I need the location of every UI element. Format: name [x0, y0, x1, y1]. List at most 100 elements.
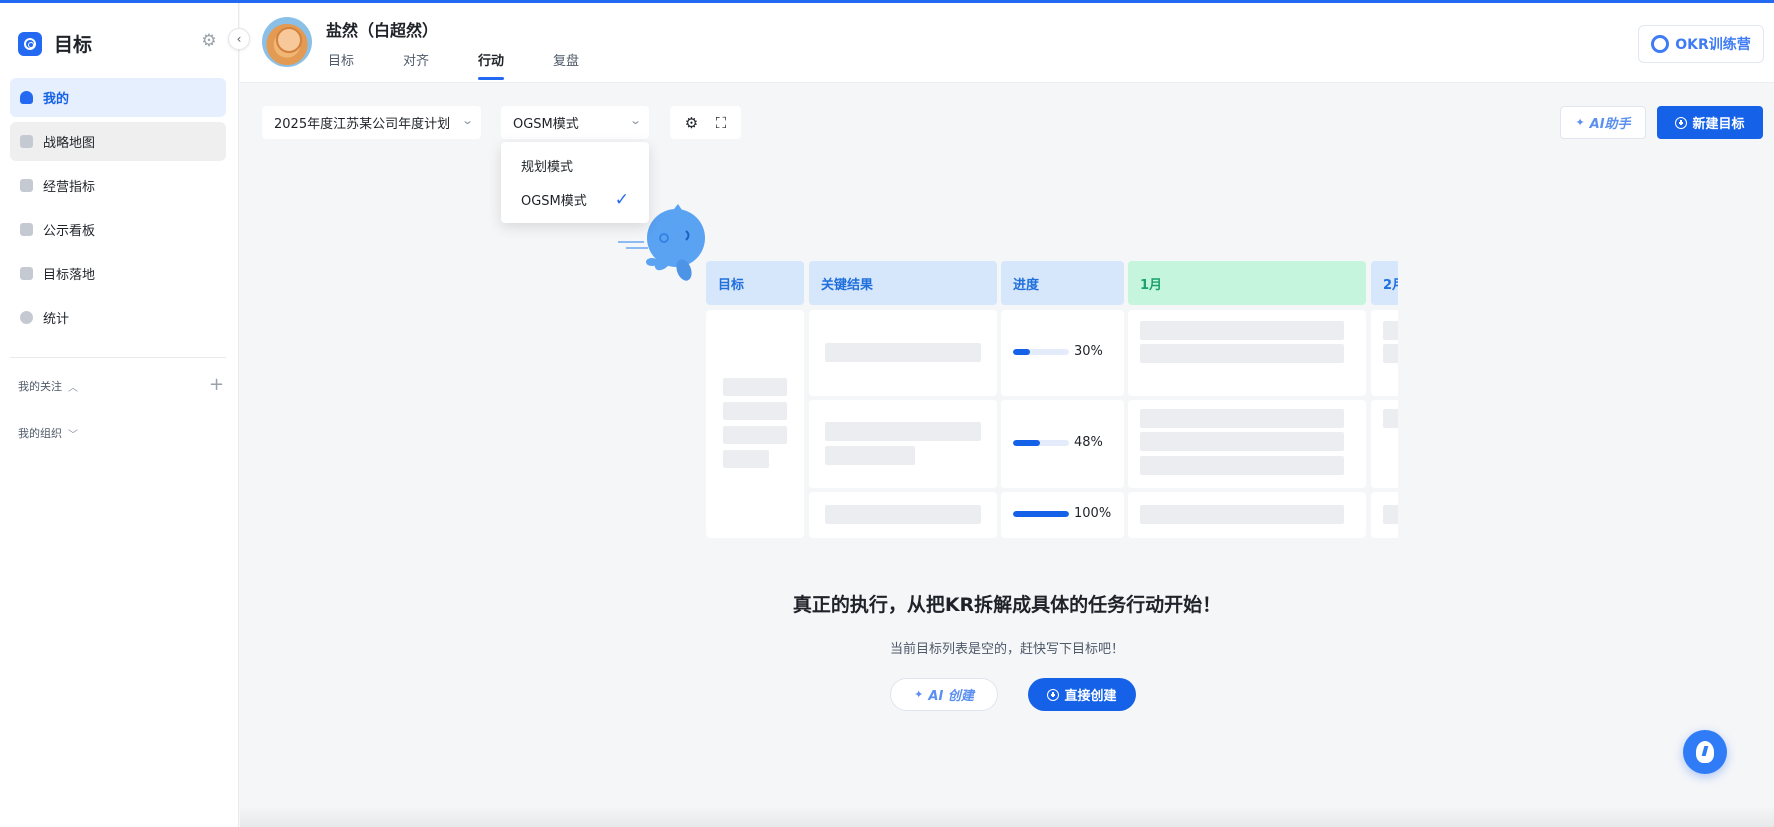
new-goal-label: 新建目标	[1692, 117, 1745, 132]
plan-select-value: 2025年度江苏某公司年度计划	[274, 117, 451, 132]
mode-select[interactable]: OGSM模式 ⌄	[501, 106, 649, 139]
sidebar-item-metrics[interactable]: 经营指标	[10, 166, 226, 205]
preview-header-goal: 目标	[706, 261, 804, 305]
ai-create-button[interactable]: ✦ AI 创建	[890, 678, 998, 711]
sidebar-item-landing[interactable]: 目标落地	[10, 254, 226, 293]
plan-select[interactable]: 2025年度江苏某公司年度计划 ⌄	[262, 106, 481, 139]
ai-create-label: AI 创建	[928, 689, 974, 704]
mode-option-label: 规划模式	[521, 159, 574, 175]
sidebar-item-label: 目标落地	[43, 268, 96, 283]
preview-progress-cell: 30%	[1001, 310, 1124, 396]
okr-camp-label: OKR训练营	[1675, 37, 1751, 53]
preview-kr-cell	[809, 400, 997, 488]
empty-state-subtitle: 当前目标列表是空的，赶快写下目标吧！	[889, 642, 1124, 657]
chevron-down-icon: ﹀	[68, 429, 78, 441]
my-org-group[interactable]: 我的组织 ﹀	[18, 425, 78, 441]
table-preview-illustration: 目标 关键结果 进度 1月 2月 30% 48% 100%	[706, 261, 1398, 538]
lightbulb-icon	[1696, 741, 1714, 763]
new-goal-button[interactable]: 新建目标	[1657, 106, 1763, 139]
sidebar-item-label: 统计	[43, 312, 70, 327]
mode-dropdown: 规划模式 OGSM模式 ✓	[501, 142, 649, 223]
mode-select-value: OGSM模式	[513, 117, 579, 132]
preview-month-cell	[1371, 400, 1398, 488]
sparkle-icon: ✦	[914, 688, 924, 701]
ai-helper-label: AI助手	[1589, 117, 1631, 132]
user-icon	[20, 91, 33, 104]
okr-logo-icon	[1651, 35, 1670, 53]
view-tools: ⚙ ⛶	[670, 106, 741, 139]
direct-create-label: 直接创建	[1064, 689, 1117, 704]
metrics-icon	[20, 179, 33, 192]
page-header: 盐然（白超然） 目标 对齐 行动 复盘 OKR训练营	[240, 3, 1774, 83]
sparkle-icon: ✦	[1575, 116, 1585, 129]
preview-header-kr: 关键结果	[809, 261, 997, 305]
tab-review[interactable]: 复盘	[553, 50, 579, 80]
progress-label: 30%	[1074, 344, 1103, 359]
my-org-label: 我的组织	[18, 427, 62, 440]
sidebar-nav: 我的 战略地图 经营指标 公示看板 目标落地 统计	[10, 78, 226, 342]
progress-indicator: 48%	[1013, 435, 1103, 450]
progress-indicator: 30%	[1013, 344, 1103, 359]
sidebar-item-stats[interactable]: 统计	[10, 298, 226, 337]
tab-bar: 目标 对齐 行动 复盘	[328, 50, 628, 80]
preview-goal-cell	[706, 310, 804, 538]
help-button[interactable]	[1683, 730, 1727, 774]
preview-header-jan: 1月	[1128, 261, 1366, 305]
sidebar-item-board[interactable]: 公示看板	[10, 210, 226, 249]
mode-option-label: OGSM模式	[521, 193, 587, 209]
ai-helper-button[interactable]: ✦ AI助手	[1560, 106, 1646, 139]
progress-indicator: 100%	[1013, 506, 1111, 521]
fullscreen-icon[interactable]: ⛶	[716, 114, 727, 132]
tab-align[interactable]: 对齐	[403, 50, 429, 80]
plus-circle-icon	[1047, 688, 1060, 701]
sidebar-item-label: 我的	[43, 92, 70, 107]
my-follow-group[interactable]: 我的关注 ︿	[18, 378, 78, 394]
tab-action[interactable]: 行动	[478, 50, 505, 80]
my-follow-label: 我的关注	[18, 380, 62, 393]
chevron-up-icon: ︿	[68, 382, 78, 394]
add-follow-icon[interactable]: +	[209, 376, 224, 394]
avatar[interactable]	[262, 17, 312, 67]
preview-month-cell	[1371, 492, 1398, 538]
clipboard-icon	[20, 267, 33, 280]
okr-camp-badge[interactable]: OKR训练营	[1638, 25, 1764, 63]
mode-option-ogsm[interactable]: OGSM模式 ✓	[501, 182, 649, 216]
check-icon: ✓	[614, 190, 629, 210]
preview-month-cell	[1128, 400, 1366, 488]
sidebar-item-mine[interactable]: 我的	[10, 78, 226, 117]
collapse-sidebar-button[interactable]: ‹	[228, 28, 250, 50]
empty-state-title: 真正的执行，从把KR拆解成具体的任务行动开始！	[792, 594, 1222, 616]
board-icon	[20, 223, 33, 236]
user-name: 盐然（白超然）	[326, 21, 439, 40]
target-logo-icon	[18, 31, 42, 56]
preview-month-cell	[1128, 492, 1366, 538]
sidebar-divider	[10, 357, 226, 358]
strategy-map-icon	[20, 135, 33, 148]
preview-kr-cell	[809, 492, 997, 538]
settings-icon[interactable]: ⚙	[685, 114, 698, 132]
sidebar-item-label: 经营指标	[43, 180, 96, 195]
gear-icon[interactable]: ⚙	[200, 32, 218, 50]
preview-progress-cell: 100%	[1001, 492, 1124, 538]
plus-circle-icon	[1675, 116, 1688, 129]
app-brand: 目标	[18, 30, 92, 57]
bottom-shadow	[240, 806, 1774, 827]
chevron-down-icon: ⌄	[628, 114, 642, 127]
mode-option-planning[interactable]: 规划模式	[501, 148, 649, 182]
preview-progress-cell: 48%	[1001, 400, 1124, 488]
preview-kr-cell	[809, 310, 997, 396]
preview-header-progress: 进度	[1001, 261, 1124, 305]
sidebar-item-label: 公示看板	[43, 224, 96, 239]
sidebar: 目标 ⚙ 我的 战略地图 经营指标 公示看板 目标落地 统计 我的关注 ︿ + …	[0, 3, 239, 827]
progress-label: 48%	[1074, 435, 1103, 450]
progress-label: 100%	[1074, 506, 1112, 521]
app-title: 目标	[54, 34, 93, 56]
sidebar-item-strategy-map[interactable]: 战略地图	[10, 122, 226, 161]
chevron-down-icon: ⌄	[460, 114, 474, 127]
direct-create-button[interactable]: 直接创建	[1028, 678, 1136, 711]
tab-goals[interactable]: 目标	[328, 50, 354, 80]
pie-chart-icon	[20, 311, 33, 324]
sidebar-item-label: 战略地图	[43, 136, 96, 151]
preview-header-feb: 2月	[1371, 261, 1398, 305]
preview-month-cell	[1128, 310, 1366, 396]
